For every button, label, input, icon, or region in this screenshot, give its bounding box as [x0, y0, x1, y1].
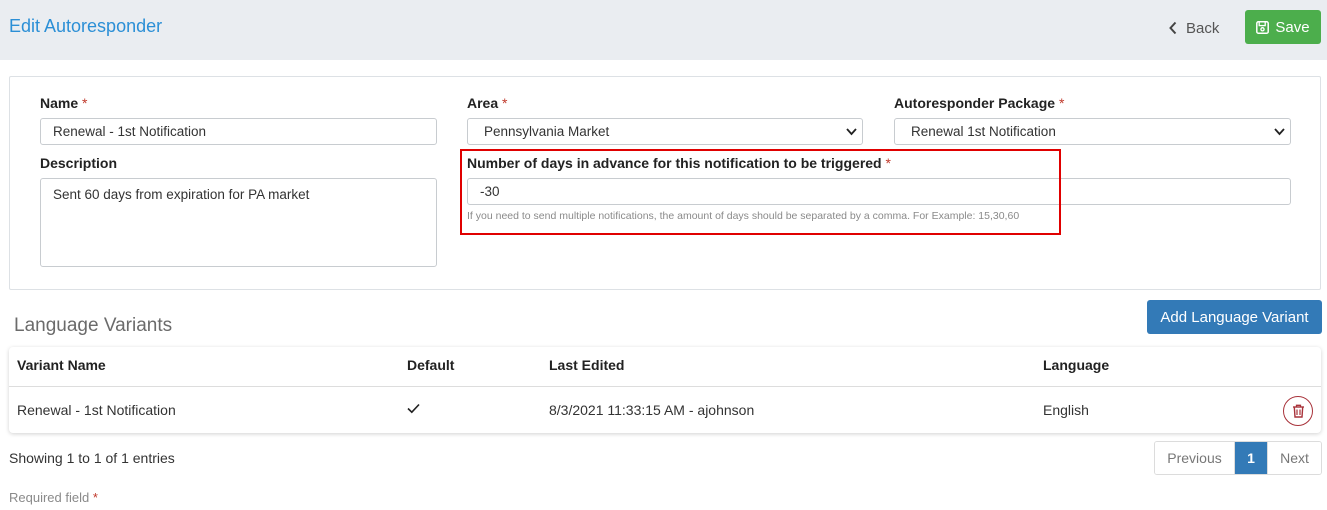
- required-mark: *: [92, 490, 98, 505]
- save-button[interactable]: Save: [1245, 10, 1321, 44]
- header-bar: Edit Autoresponder Back Save: [0, 0, 1327, 60]
- column-header-language[interactable]: Language: [1043, 357, 1109, 373]
- language-variants-title: Language Variants: [14, 315, 173, 336]
- description-textarea[interactable]: Sent 60 days from expiration for PA mark…: [40, 178, 437, 267]
- previous-page-button[interactable]: Previous: [1155, 442, 1235, 474]
- area-select[interactable]: Pennsylvania Market: [467, 118, 863, 145]
- required-mark: *: [82, 95, 88, 111]
- floppy-disk-icon: [1256, 20, 1270, 34]
- page-1-button[interactable]: 1: [1235, 442, 1267, 474]
- language-cell: English: [1043, 402, 1089, 418]
- back-button[interactable]: Back: [1168, 17, 1219, 39]
- check-icon: [407, 403, 420, 414]
- save-label: Save: [1275, 18, 1310, 36]
- delete-variant-button[interactable]: [1283, 396, 1313, 426]
- variants-table: Variant Name Default Last Edited Languag…: [9, 347, 1321, 433]
- package-select[interactable]: Renewal 1st Notification: [894, 118, 1291, 145]
- next-page-button[interactable]: Next: [1267, 442, 1321, 474]
- pagination: Previous 1 Next: [1154, 441, 1322, 475]
- highlight-box: [460, 149, 1061, 235]
- variant-name-cell: Renewal - 1st Notification: [17, 402, 176, 418]
- required-mark: *: [502, 95, 508, 111]
- table-divider: [9, 386, 1321, 387]
- name-label: Name *: [40, 95, 88, 111]
- entries-info: Showing 1 to 1 of 1 entries: [9, 450, 175, 466]
- column-header-default[interactable]: Default: [407, 357, 454, 373]
- name-input-value: Renewal - 1st Notification: [53, 124, 207, 139]
- chevron-left-icon: [1169, 21, 1177, 35]
- required-mark: *: [1058, 95, 1065, 111]
- area-label: Area *: [467, 95, 508, 111]
- area-select-value: Pennsylvania Market: [484, 124, 610, 139]
- description-label: Description: [40, 155, 118, 171]
- trash-icon: [1292, 404, 1304, 418]
- package-select-value: Renewal 1st Notification: [911, 124, 1056, 139]
- column-header-last-edited[interactable]: Last Edited: [549, 357, 624, 373]
- chevron-down-icon: [846, 128, 857, 136]
- add-language-variant-button[interactable]: Add Language Variant: [1147, 300, 1322, 334]
- page-title: Edit Autoresponder: [9, 16, 163, 36]
- last-edited-cell: 8/3/2021 11:33:15 AM - ajohnson: [549, 402, 755, 418]
- name-input[interactable]: Renewal - 1st Notification: [40, 118, 437, 145]
- back-label: Back: [1186, 19, 1220, 37]
- column-header-variant-name[interactable]: Variant Name: [17, 357, 106, 373]
- package-label: Autoresponder Package *: [894, 95, 1065, 111]
- required-field-note: Required field *: [9, 490, 98, 505]
- chevron-down-icon: [1274, 128, 1285, 136]
